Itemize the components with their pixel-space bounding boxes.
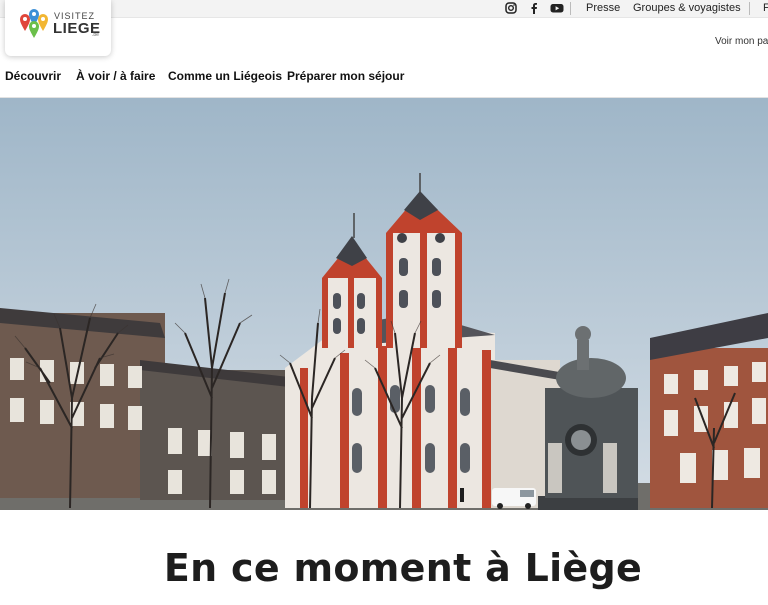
nav-item-comme-un-liegeois[interactable]: Comme un Liégeois (168, 69, 282, 83)
youtube-icon[interactable] (550, 1, 564, 15)
map-pins-icon (20, 9, 48, 38)
hero-church-illustration (0, 98, 768, 510)
separator (749, 2, 750, 15)
presse-link[interactable]: Presse (586, 2, 620, 14)
nav-item-a-voir-a-faire[interactable]: À voir / à faire (76, 69, 155, 83)
site-logo[interactable]: VISITEZ LIEGE .be (5, 0, 111, 56)
groupes-voyagistes-link[interactable]: Groupes & voyagistes (633, 2, 741, 14)
language-link[interactable]: F (763, 2, 768, 14)
utility-bar: Presse Groupes & voyagistes F (0, 0, 768, 18)
hero-image (0, 98, 768, 510)
nav-item-preparer-mon-sejour[interactable]: Préparer mon séjour (287, 69, 404, 83)
logo-text-suffix: .be (92, 32, 99, 38)
facebook-icon[interactable] (527, 1, 541, 15)
section-title: En ce moment à Liège (163, 546, 643, 590)
nav-item-decouvrir[interactable]: Découvrir (5, 69, 61, 83)
separator (570, 2, 571, 15)
social-links (504, 1, 564, 15)
voir-mon-panier-link[interactable]: Voir mon pa (715, 36, 768, 47)
instagram-icon[interactable] (504, 1, 518, 15)
